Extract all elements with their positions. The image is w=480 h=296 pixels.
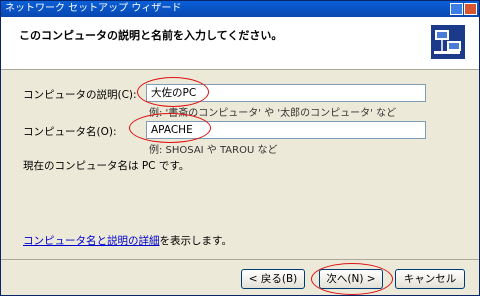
wizard-footer: < 戻る(B) 次へ(N) > キャンセル [1, 259, 479, 296]
close-button[interactable] [464, 3, 477, 15]
description-label: コンピュータの説明(C): [23, 89, 137, 101]
title-bar: ネットワーク セットアップ ウィザード [1, 1, 479, 17]
wizard-content: コンピュータの説明(C): 大佐のPC 例: '書斎のコンピュータ' や '太郎… [1, 70, 479, 254]
network-computers-icon [431, 25, 465, 59]
details-line: コンピュータ名と説明の詳細を表示します。 [23, 233, 232, 248]
details-suffix: を表示します。 [159, 235, 232, 247]
details-link[interactable]: コンピュータ名と説明の詳細 [23, 235, 160, 247]
name-label: コンピュータ名(O): [23, 126, 117, 138]
wizard-window: ネットワーク セットアップ ウィザード このコンピュータの説明と名前を入力してく… [0, 0, 480, 296]
current-name-text: 現在のコンピュータ名は PC です。 [23, 160, 190, 172]
window-title: ネットワーク セットアップ ウィザード [5, 3, 182, 14]
page-title: このコンピュータの説明と名前を入力してください。 [19, 29, 283, 42]
cancel-button[interactable]: キャンセル [395, 269, 465, 289]
minimize-button[interactable] [450, 3, 463, 15]
back-button[interactable]: < 戻る(B) [241, 269, 305, 289]
next-button[interactable]: 次へ(N) > [319, 269, 383, 289]
description-hint: 例: '書斎のコンピュータ' や '太郎のコンピュータ' など [149, 108, 397, 119]
computer-name-field[interactable]: APACHE [146, 121, 426, 139]
description-field[interactable]: 大佐のPC [146, 84, 426, 102]
name-hint: 例: SHOSAI や TAROU など [149, 145, 278, 156]
wizard-header: このコンピュータの説明と名前を入力してください。 [1, 17, 479, 70]
